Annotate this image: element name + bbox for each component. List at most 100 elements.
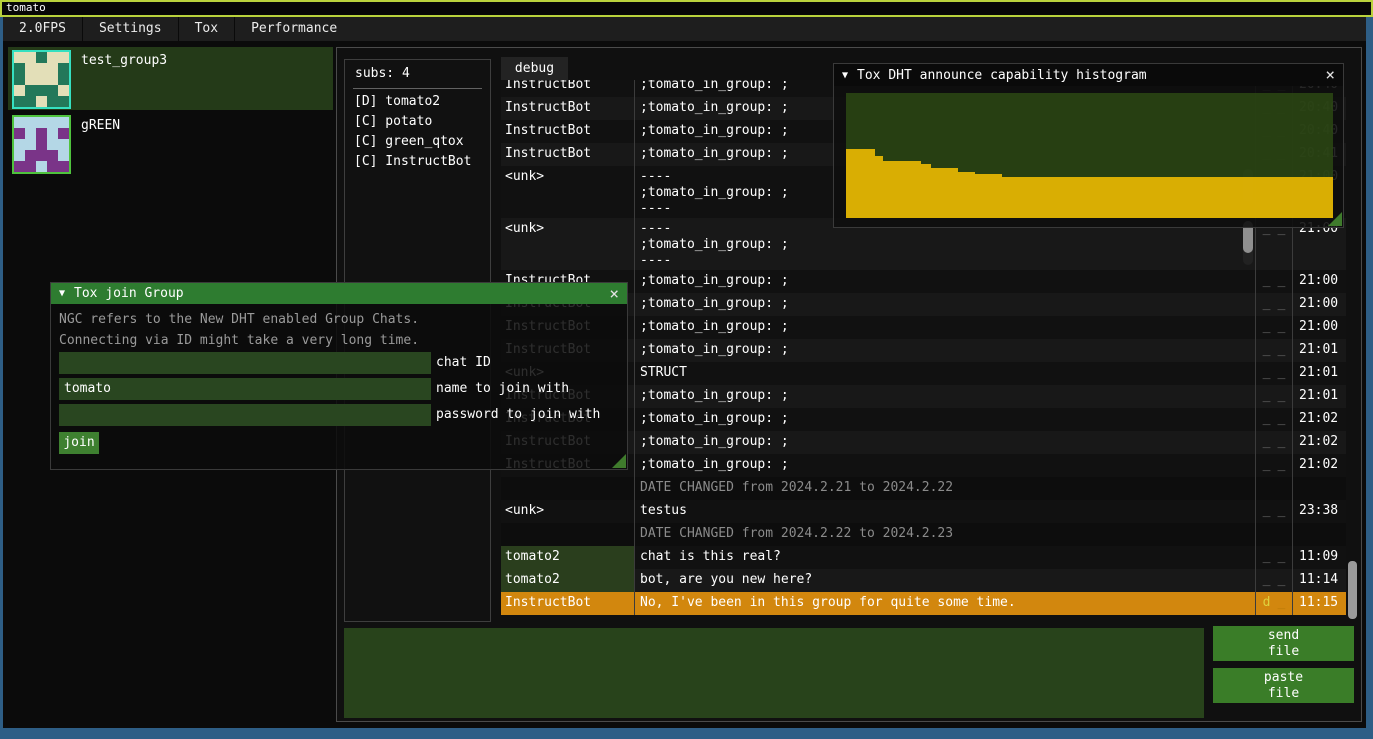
message-row[interactable]: <unk>testus__23:38 xyxy=(501,500,1346,523)
group-name: test_group3 xyxy=(81,53,167,68)
menu-performance[interactable]: Performance xyxy=(234,17,353,41)
message-text: ;tomato_in_group: ; xyxy=(635,431,1256,454)
sender-name: <unk> xyxy=(501,500,635,523)
close-icon[interactable]: × xyxy=(1325,67,1335,83)
message-text: ;tomato_in_group: ; xyxy=(635,270,1256,293)
message-text: ;tomato_in_group: ; xyxy=(635,408,1256,431)
date-changed-row[interactable]: DATE CHANGED from 2024.2.21 to 2024.2.22 xyxy=(501,477,1346,500)
delivery-status: __ xyxy=(1256,408,1293,431)
timestamp: 21:01 xyxy=(1293,362,1346,385)
tab-debug[interactable]: debug xyxy=(501,57,568,80)
delivery-status xyxy=(1256,523,1293,546)
message-text: ;tomato_in_group: ; xyxy=(635,316,1256,339)
join-group-title: Tox join Group xyxy=(74,286,600,301)
sender-name: <unk> xyxy=(501,218,635,270)
message-text: DATE CHANGED from 2024.2.22 to 2024.2.23 xyxy=(635,523,1256,546)
sender-name: InstructBot xyxy=(501,592,635,615)
timestamp xyxy=(1293,477,1346,500)
join-name-label: name to join with xyxy=(436,378,569,400)
send-file-button[interactable]: send file xyxy=(1213,626,1354,661)
timestamp: 21:01 xyxy=(1293,339,1346,362)
message-text: ;tomato_in_group: ; xyxy=(635,454,1256,477)
message-text: bot, are you new here? xyxy=(635,569,1256,592)
join-name-input[interactable]: tomato xyxy=(59,378,431,400)
sender-name: InstructBot xyxy=(501,143,635,166)
group-item-gREEN[interactable]: gREEN xyxy=(8,112,333,175)
group-avatar xyxy=(12,50,71,109)
sender-name xyxy=(501,523,635,546)
chat-id-label: chat ID xyxy=(436,352,491,374)
timestamp: 11:14 xyxy=(1293,569,1346,592)
group-name: gREEN xyxy=(81,118,120,133)
message-row[interactable]: tomato2chat is this real?__11:09 xyxy=(501,546,1346,569)
delivery-status xyxy=(1256,477,1293,500)
sender-name xyxy=(501,477,635,500)
sender-name: InstructBot xyxy=(501,97,635,120)
join-password-input[interactable] xyxy=(59,404,431,426)
message-text: ;tomato_in_group: ; xyxy=(635,293,1256,316)
chat-id-input[interactable] xyxy=(59,352,431,374)
dht-histogram-titlebar[interactable]: ▼ Tox DHT announce capability histogram … xyxy=(834,64,1343,86)
collapse-arrow-icon[interactable]: ▼ xyxy=(59,288,65,299)
group-avatar xyxy=(12,115,71,174)
message-text: ;tomato_in_group: ; xyxy=(635,339,1256,362)
subs-member[interactable]: [C] potato xyxy=(354,112,471,132)
group-item-test_group3[interactable]: test_group3 xyxy=(8,47,333,110)
subs-member[interactable]: [C] InstructBot xyxy=(354,152,471,172)
close-icon[interactable]: × xyxy=(609,286,619,302)
os-window-title: tomato xyxy=(6,1,46,14)
chat-scrollbar[interactable] xyxy=(1348,561,1357,619)
collapse-arrow-icon[interactable]: ▼ xyxy=(842,70,848,81)
subs-member[interactable]: [D] tomato2 xyxy=(354,92,471,112)
join-group-window: ▼ Tox join Group × NGC refers to the New… xyxy=(50,282,628,470)
timestamp: 11:15 xyxy=(1293,592,1346,615)
timestamp: 21:02 xyxy=(1293,431,1346,454)
window-frame-bottom xyxy=(0,728,1373,739)
histogram-bar-segment xyxy=(958,172,975,218)
timestamp: 21:01 xyxy=(1293,385,1346,408)
delivery-status: __ xyxy=(1256,362,1293,385)
join-password-label: password to join with xyxy=(436,404,600,426)
dht-histogram-plot xyxy=(846,93,1333,218)
window-frame-left xyxy=(0,17,3,728)
message-row[interactable]: tomato2bot, are you new here?__11:14 xyxy=(501,569,1346,592)
delivery-status: __ xyxy=(1256,270,1293,293)
menu-tox[interactable]: Tox xyxy=(178,17,234,41)
subs-member[interactable]: [C] green_qtox xyxy=(354,132,471,152)
resize-grip[interactable] xyxy=(612,454,626,468)
sender-name: InstructBot xyxy=(501,120,635,143)
join-group-titlebar[interactable]: ▼ Tox join Group × xyxy=(51,283,627,304)
histogram-bar-segment xyxy=(883,161,922,219)
sender-name: tomato2 xyxy=(501,569,635,592)
delivery-status: __ xyxy=(1256,431,1293,454)
menu-settings[interactable]: Settings xyxy=(82,17,178,41)
join-button[interactable]: join xyxy=(59,432,99,454)
dht-histogram-window: ▼ Tox DHT announce capability histogram … xyxy=(833,63,1344,228)
delivery-status: d_ xyxy=(1256,592,1293,615)
os-window-titlebar[interactable]: tomato xyxy=(0,0,1373,17)
subs-separator xyxy=(353,88,482,89)
message-text: STRUCT xyxy=(635,362,1256,385)
message-row[interactable]: InstructBotNo, I've been in this group f… xyxy=(501,592,1346,615)
message-text: chat is this real? xyxy=(635,546,1256,569)
histogram-bar-segment xyxy=(1002,177,1333,218)
resize-grip[interactable] xyxy=(1328,212,1342,226)
delivery-status: __ xyxy=(1256,500,1293,523)
histogram-bar-segment xyxy=(975,174,1002,218)
window-frame-right xyxy=(1366,17,1373,728)
delivery-status: __ xyxy=(1256,293,1293,316)
sender-name: tomato2 xyxy=(501,546,635,569)
histogram-bar-segment xyxy=(921,164,931,218)
message-text: ;tomato_in_group: ; xyxy=(635,385,1256,408)
message-input[interactable] xyxy=(344,628,1204,718)
message-text: testus xyxy=(635,500,1256,523)
histogram-bar-segment xyxy=(931,168,958,218)
timestamp: 21:02 xyxy=(1293,408,1346,431)
paste-file-button[interactable]: paste file xyxy=(1213,668,1354,703)
delivery-status: __ xyxy=(1256,385,1293,408)
delivery-status: __ xyxy=(1256,339,1293,362)
menu-bar: 2.0FPS Settings Tox Performance xyxy=(3,17,1366,41)
date-changed-row[interactable]: DATE CHANGED from 2024.2.22 to 2024.2.23 xyxy=(501,523,1346,546)
delivery-status: __ xyxy=(1256,546,1293,569)
join-info-line: NGC refers to the New DHT enabled Group … xyxy=(59,312,419,327)
